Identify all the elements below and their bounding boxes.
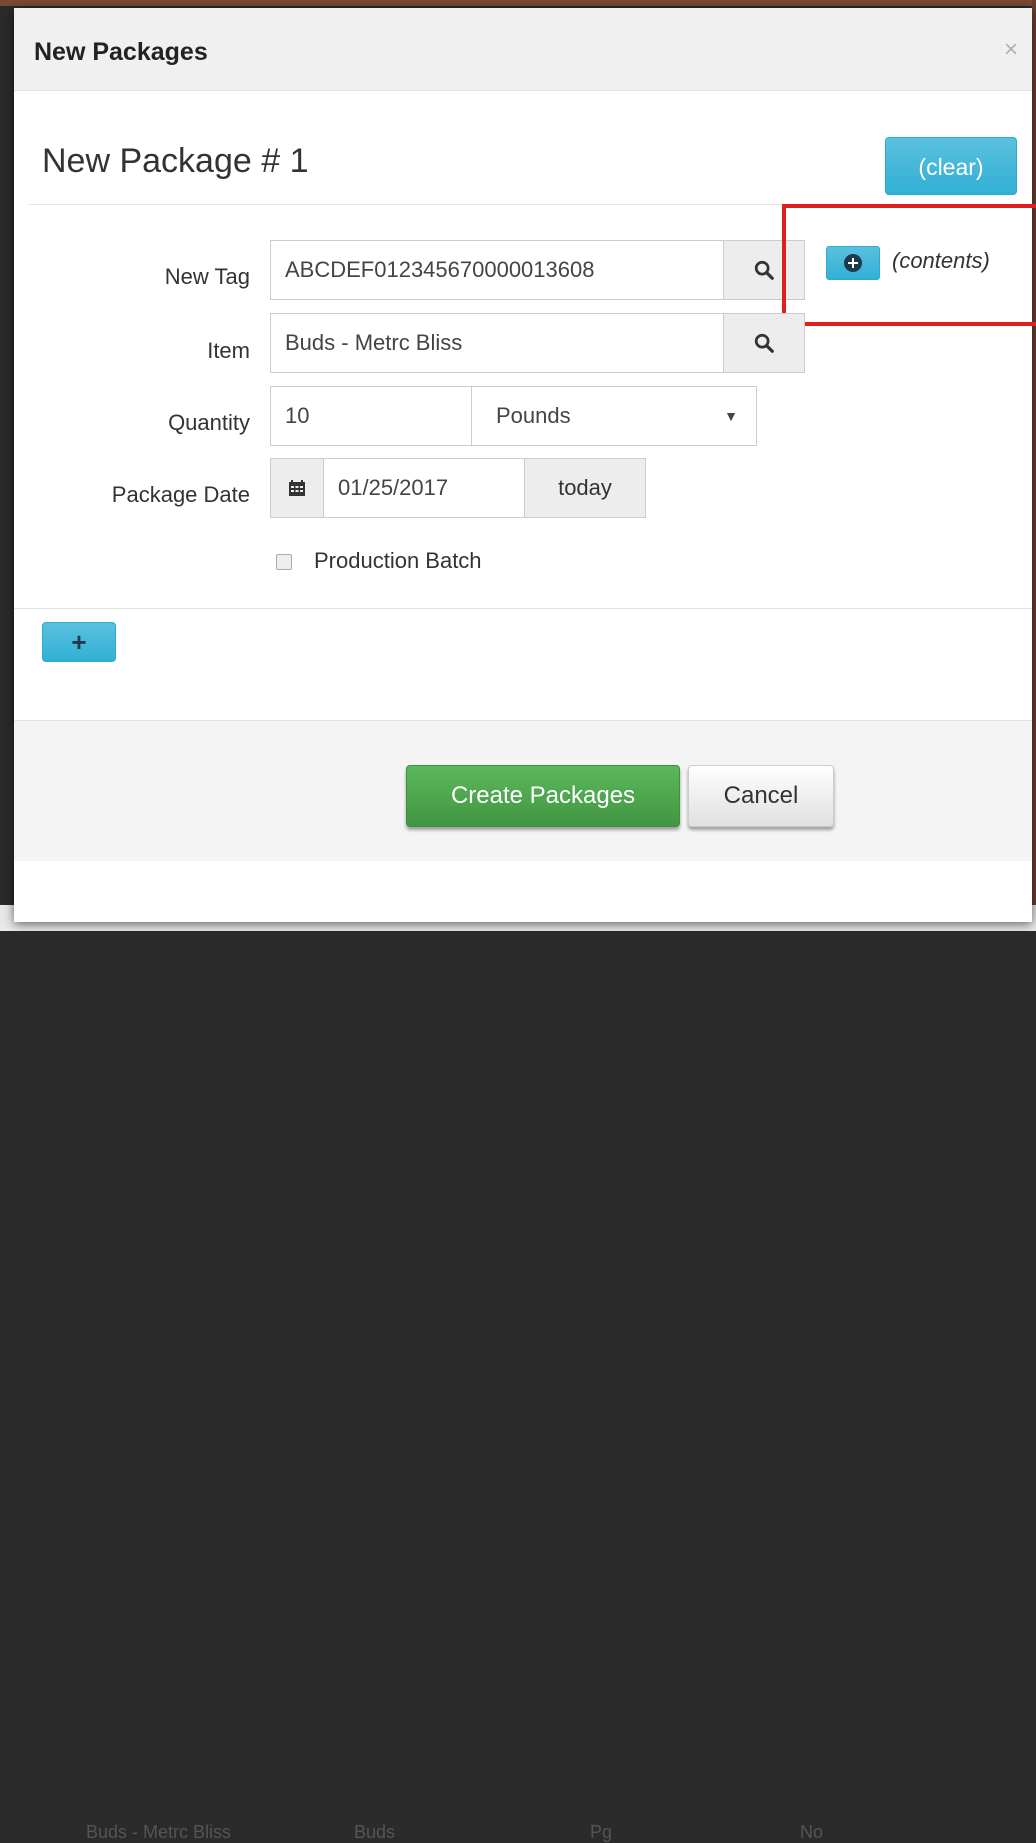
- quantity-label: Quantity: [168, 410, 250, 435]
- calendar-button[interactable]: [270, 458, 324, 518]
- item-search-button[interactable]: [723, 313, 805, 373]
- modal-title: New Packages: [34, 38, 208, 66]
- calendar-icon: [289, 480, 305, 496]
- production-batch-checkbox[interactable]: [276, 554, 292, 570]
- new-tag-input[interactable]: ABCDEF012345670000013608: [270, 240, 724, 300]
- new-packages-modal: New Packages × New Package # 1 (clear) N…: [14, 8, 1036, 922]
- create-packages-button[interactable]: Create Packages: [406, 765, 680, 827]
- unit-select-value: Pounds: [496, 403, 571, 428]
- production-batch-label: Production Batch: [314, 548, 482, 573]
- background-page-edge-right: [1032, 0, 1036, 931]
- today-button[interactable]: today: [524, 458, 646, 518]
- new-tag-label: New Tag: [164, 264, 250, 289]
- search-icon: [754, 333, 774, 353]
- add-package-button[interactable]: +: [42, 622, 116, 662]
- clear-button[interactable]: (clear): [885, 137, 1017, 195]
- background-cell-item: Buds - Metrc Bliss: [86, 1822, 232, 1842]
- plus-icon: +: [71, 626, 87, 657]
- unit-select[interactable]: Pounds ▼: [471, 386, 757, 446]
- modal-footer: Create Packages Cancel: [14, 721, 1032, 861]
- search-icon: [754, 260, 774, 280]
- quantity-input[interactable]: 10: [270, 386, 472, 446]
- item-label: Item: [207, 338, 250, 363]
- divider: [14, 608, 1032, 609]
- item-input[interactable]: Buds - Metrc Bliss: [270, 313, 724, 373]
- caret-down-icon: ▼: [724, 408, 738, 424]
- package-heading: New Package # 1: [42, 142, 309, 180]
- cancel-button[interactable]: Cancel: [688, 765, 834, 827]
- background-cell-flag: No: [800, 1822, 824, 1842]
- highlight-annotation: [782, 204, 1036, 326]
- background-cell-category: Buds: [354, 1822, 396, 1842]
- modal-header: New Packages ×: [14, 8, 1032, 91]
- package-date-input[interactable]: 01/25/2017: [323, 458, 525, 518]
- background-page-edge: [0, 0, 1036, 6]
- background-cell-unit: Pg: [590, 1822, 613, 1842]
- close-button[interactable]: ×: [1004, 38, 1018, 62]
- package-date-label: Package Date: [111, 482, 250, 507]
